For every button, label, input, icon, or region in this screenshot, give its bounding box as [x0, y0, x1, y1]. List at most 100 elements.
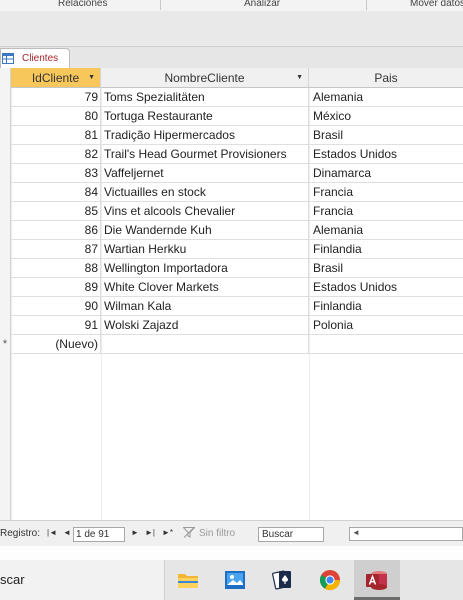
- table-row[interactable]: 83 Vaffeljernet Dinamarca: [0, 164, 463, 183]
- column-header-idcliente[interactable]: IdCliente ▼: [11, 68, 101, 88]
- tab-clientes[interactable]: Clientes: [0, 48, 70, 68]
- cell-nombrecliente[interactable]: Die Wandernde Kuh: [101, 221, 309, 240]
- cell-idcliente[interactable]: 89: [11, 278, 101, 297]
- cell-pais[interactable]: Polonia: [309, 316, 463, 335]
- cell-nombrecliente[interactable]: Wellington Importadora: [101, 259, 309, 278]
- cell-pais[interactable]: Francia: [309, 183, 463, 202]
- table-row[interactable]: 86 Die Wandernde Kuh Alemania: [0, 221, 463, 240]
- cell-pais[interactable]: Brasil: [309, 126, 463, 145]
- record-selector[interactable]: [0, 278, 11, 297]
- table-row[interactable]: 82 Trail's Head Gourmet Provisioners Est…: [0, 145, 463, 164]
- table-icon: [2, 53, 14, 64]
- cell-idcliente[interactable]: 84: [11, 183, 101, 202]
- table-row[interactable]: 84 Victuailles en stock Francia: [0, 183, 463, 202]
- cell-nombrecliente[interactable]: Wartian Herkku: [101, 240, 309, 259]
- record-selector[interactable]: [0, 164, 11, 183]
- cell-idcliente-new[interactable]: (Nuevo): [11, 335, 101, 354]
- table-row[interactable]: 79 Toms Spezialitäten Alemania: [0, 88, 463, 107]
- record-selector[interactable]: [0, 202, 11, 221]
- previous-record-button[interactable]: ◄: [63, 528, 71, 537]
- cell-idcliente[interactable]: 91: [11, 316, 101, 335]
- cell-nombrecliente[interactable]: Victuailles en stock: [101, 183, 309, 202]
- record-selector[interactable]: [0, 259, 11, 278]
- sort-dropdown-icon[interactable]: ▼: [88, 68, 95, 88]
- last-record-button[interactable]: ►|: [145, 528, 155, 537]
- record-selector[interactable]: [0, 183, 11, 202]
- record-selector[interactable]: [0, 297, 11, 316]
- column-header-pais[interactable]: Pais: [309, 68, 463, 88]
- column-header-nombrecliente[interactable]: NombreCliente ▼: [101, 68, 309, 88]
- cell-pais[interactable]: Estados Unidos: [309, 145, 463, 164]
- cell-pais[interactable]: Dinamarca: [309, 164, 463, 183]
- cell-pais[interactable]: Finlandia: [309, 297, 463, 316]
- cell-pais[interactable]: Alemania: [309, 88, 463, 107]
- table-row[interactable]: 91 Wolski Zajazd Polonia: [0, 316, 463, 335]
- cell-idcliente[interactable]: 80: [11, 107, 101, 126]
- record-selector[interactable]: [0, 145, 11, 164]
- horizontal-scrollbar[interactable]: ◄: [349, 527, 463, 541]
- photos-icon[interactable]: [223, 568, 247, 592]
- cell-nombrecliente[interactable]: Tortuga Restaurante: [101, 107, 309, 126]
- cell-pais[interactable]: Francia: [309, 202, 463, 221]
- cell-pais[interactable]: México: [309, 107, 463, 126]
- record-navigation-bar: Registro: |◄ ◄ 1 de 91 ► ►| ►* Sin filtr…: [0, 520, 463, 546]
- solitaire-icon[interactable]: [271, 568, 295, 592]
- cell-idcliente[interactable]: 90: [11, 297, 101, 316]
- next-record-button[interactable]: ►: [131, 528, 139, 537]
- taskbar-search-text: scar: [0, 572, 25, 587]
- document-tab-strip: Clientes: [0, 47, 463, 68]
- cell-idcliente[interactable]: 83: [11, 164, 101, 183]
- record-selector[interactable]: [0, 126, 11, 145]
- record-selector[interactable]: [0, 107, 11, 126]
- cell-pais[interactable]: Estados Unidos: [309, 278, 463, 297]
- record-selector[interactable]: [0, 88, 11, 107]
- scroll-left-button[interactable]: ◄: [352, 528, 360, 537]
- column-header-label: Pais: [374, 71, 398, 85]
- cell-idcliente[interactable]: 81: [11, 126, 101, 145]
- taskbar-search-box[interactable]: scar: [0, 560, 165, 600]
- table-row[interactable]: 87 Wartian Herkku Finlandia: [0, 240, 463, 259]
- column-header-label: IdCliente: [31, 71, 80, 85]
- datasheet-grid: IdCliente ▼ NombreCliente ▼ Pais 79 Toms…: [0, 68, 463, 520]
- cell-idcliente[interactable]: 79: [11, 88, 101, 107]
- table-row[interactable]: 85 Vins et alcools Chevalier Francia: [0, 202, 463, 221]
- select-all-corner[interactable]: [0, 68, 11, 88]
- column-header-label: NombreCliente: [164, 71, 245, 85]
- cell-nombrecliente[interactable]: Wolski Zajazd: [101, 316, 309, 335]
- cell-nombrecliente[interactable]: White Clover Markets: [101, 278, 309, 297]
- file-explorer-icon[interactable]: [176, 568, 200, 592]
- cell-idcliente[interactable]: 85: [11, 202, 101, 221]
- cell-nombrecliente[interactable]: Vins et alcools Chevalier: [101, 202, 309, 221]
- current-record-field[interactable]: 1 de 91: [73, 527, 125, 542]
- cell-nombrecliente[interactable]: Toms Spezialitäten: [101, 88, 309, 107]
- new-record-button[interactable]: ►*: [162, 528, 173, 537]
- cell-pais[interactable]: Alemania: [309, 221, 463, 240]
- cell-nombrecliente-new[interactable]: [101, 335, 309, 354]
- cell-pais-new[interactable]: [309, 335, 463, 354]
- cell-idcliente[interactable]: 82: [11, 145, 101, 164]
- search-input[interactable]: Buscar: [258, 527, 324, 542]
- cell-pais[interactable]: Finlandia: [309, 240, 463, 259]
- cell-nombrecliente[interactable]: Wilman Kala: [101, 297, 309, 316]
- filter-toggle-button[interactable]: Sin filtro: [183, 527, 235, 539]
- record-selector[interactable]: [0, 221, 11, 240]
- cell-idcliente[interactable]: 86: [11, 221, 101, 240]
- table-row[interactable]: 80 Tortuga Restaurante México: [0, 107, 463, 126]
- access-icon[interactable]: [365, 568, 389, 592]
- table-row[interactable]: 81 Tradição Hipermercados Brasil: [0, 126, 463, 145]
- cell-nombrecliente[interactable]: Trail's Head Gourmet Provisioners: [101, 145, 309, 164]
- sort-dropdown-icon[interactable]: ▼: [296, 68, 303, 88]
- record-selector[interactable]: [0, 316, 11, 335]
- chrome-icon[interactable]: [318, 568, 342, 592]
- cell-nombrecliente[interactable]: Vaffeljernet: [101, 164, 309, 183]
- cell-idcliente[interactable]: 88: [11, 259, 101, 278]
- table-row[interactable]: 89 White Clover Markets Estados Unidos: [0, 278, 463, 297]
- cell-nombrecliente[interactable]: Tradição Hipermercados: [101, 126, 309, 145]
- first-record-button[interactable]: |◄: [47, 528, 57, 537]
- table-row[interactable]: 88 Wellington Importadora Brasil: [0, 259, 463, 278]
- new-record-row[interactable]: * (Nuevo): [0, 335, 463, 354]
- cell-idcliente[interactable]: 87: [11, 240, 101, 259]
- record-selector[interactable]: [0, 240, 11, 259]
- table-row[interactable]: 90 Wilman Kala Finlandia: [0, 297, 463, 316]
- cell-pais[interactable]: Brasil: [309, 259, 463, 278]
